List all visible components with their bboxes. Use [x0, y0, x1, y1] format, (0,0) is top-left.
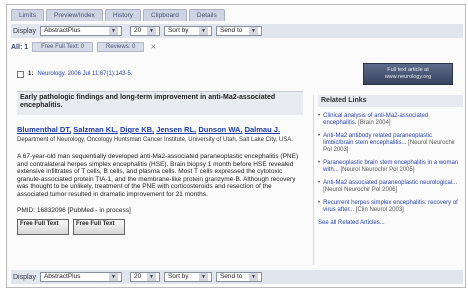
- display-controls-top: Display AbstractPlus ▼ 20 ▼ Sort by ▼ Se…: [11, 24, 463, 38]
- related-link-item[interactable]: • Anti-Ma2 associated paraneoplastic neu…: [318, 180, 463, 194]
- display-controls-bottom: Display AbstractPlus ▼ 20 ▼ Sort by ▼ Se…: [11, 270, 463, 284]
- related-link-item[interactable]: • Clinical analysis of anti-Ma2-associat…: [318, 113, 463, 127]
- author-link[interactable]: Dunson WA,: [198, 125, 242, 134]
- see-all-related-link[interactable]: See all Related Articles...: [318, 220, 463, 226]
- abstract-text: A 67-year-old man sequentially developed…: [17, 153, 299, 198]
- free-full-text-label: Free Full Text: [76, 220, 115, 227]
- affiliation: Department of Neurology, Oncology Huntsm…: [17, 137, 293, 143]
- pmid-line: PMID: 16832096 [PubMed - in process]: [17, 206, 131, 214]
- per-page-select[interactable]: 20 ▼: [129, 26, 160, 36]
- free-full-text-label: Free Full Text: [20, 220, 59, 227]
- display-format-select[interactable]: AbstractPlus ▼: [39, 272, 122, 282]
- chevron-down-icon: ▼: [198, 273, 208, 281]
- citation-link[interactable]: Neurology. 2006 Jul 11;67(1):143-5.: [37, 71, 132, 77]
- chevron-down-icon: ▼: [108, 27, 118, 35]
- per-page-select[interactable]: 20 ▼: [129, 272, 160, 282]
- related-link-item[interactable]: • Recurrent herpes simplex encephalitis:…: [318, 200, 463, 214]
- chevron-down-icon: ▼: [146, 27, 156, 35]
- author-link[interactable]: Jensen RL,: [156, 125, 196, 134]
- chevron-down-icon: ▼: [146, 273, 156, 281]
- author-link[interactable]: Dalmau J.: [245, 125, 280, 134]
- tab-details[interactable]: Details: [188, 9, 225, 21]
- send-to-label: Send to: [219, 273, 243, 280]
- author-list: Blumenthal DT, Salzman KL, Digre KB, Jen…: [17, 125, 303, 134]
- author-link[interactable]: Blumenthal DT,: [17, 125, 71, 134]
- tab-limits[interactable]: Limits: [11, 9, 44, 21]
- bullet-icon: •: [318, 133, 321, 139]
- chevron-down-icon: ▼: [108, 273, 118, 281]
- related-link-source: [Neurol Neurochir Pol 2005]: [340, 167, 415, 173]
- sort-by-label: Sort by: [167, 273, 189, 280]
- tab-history[interactable]: History: [104, 9, 142, 21]
- display-label: Display: [13, 27, 36, 35]
- abstract-panel: Early pathologic findings and long-term …: [17, 91, 303, 251]
- author-link[interactable]: Salzman KL,: [73, 125, 118, 134]
- related-links-heading: Related Links: [318, 95, 463, 107]
- tab-preview-index[interactable]: Preview/Index: [45, 9, 103, 21]
- author-link[interactable]: Digre KB,: [120, 125, 154, 134]
- result-number: 1:: [28, 71, 34, 77]
- related-links-panel: Related Links • Clinical analysis of ant…: [313, 95, 463, 265]
- free-full-text-button[interactable]: Free Full Text: [73, 218, 125, 235]
- per-page-value: 20: [133, 273, 142, 280]
- per-page-value: 20: [133, 27, 142, 34]
- fulltext-links: Free Full Text Free Full Text: [17, 218, 303, 235]
- filter-free-full-text[interactable]: Free Full Text: 0: [32, 42, 94, 52]
- sort-by-select[interactable]: Sort by ▼: [163, 26, 212, 36]
- chevron-down-icon: ▼: [248, 273, 258, 281]
- bullet-icon: •: [318, 200, 321, 206]
- free-full-text-button[interactable]: Free Full Text: [17, 218, 69, 235]
- send-to-label: Send to: [219, 27, 243, 34]
- send-to-select[interactable]: Send to ▼: [215, 272, 262, 282]
- pubmed-window: Limits Preview/Index History Clipboard D…: [6, 4, 466, 288]
- tab-clipboard[interactable]: Clipboard: [143, 9, 187, 21]
- display-format-select[interactable]: AbstractPlus ▼: [39, 26, 122, 36]
- related-link-source: [Brain 2004]: [358, 120, 391, 126]
- related-link-item[interactable]: • Paraneoplastic brain stem encephalitis…: [318, 160, 463, 174]
- send-to-select[interactable]: Send to ▼: [215, 26, 262, 36]
- chevron-down-icon: ▼: [248, 27, 258, 35]
- result-checkbox[interactable]: [17, 70, 24, 78]
- bullet-icon: •: [318, 180, 321, 186]
- result-citation-line: 1: Neurology. 2006 Jul 11;67(1):143-5.: [17, 69, 133, 79]
- sort-by-select[interactable]: Sort by ▼: [163, 272, 212, 282]
- bullet-icon: •: [318, 160, 321, 166]
- display-format-value: AbstractPlus: [43, 27, 81, 34]
- related-link-source: [Neurol Neurochir Pol 2006]: [323, 187, 398, 193]
- sort-by-label: Sort by: [167, 27, 189, 34]
- related-links-list: • Clinical analysis of anti-Ma2-associat…: [318, 113, 463, 214]
- filter-all[interactable]: All: 1: [11, 44, 28, 51]
- filter-reviews[interactable]: Reviews: 0: [97, 42, 145, 52]
- display-format-value: AbstractPlus: [43, 273, 81, 280]
- chevron-down-icon: ▼: [198, 27, 208, 35]
- article-title: Early pathologic findings and long-term …: [17, 91, 303, 115]
- publisher-full-text-button[interactable]: Full text article at www.neurology.org: [363, 63, 453, 85]
- related-link-title: Anti-Ma2 associated paraneoplastic neuro…: [323, 180, 458, 186]
- bullet-icon: •: [318, 113, 321, 119]
- related-link-source: [Clin Neurol 2003]: [355, 207, 404, 213]
- filter-tabs: All: 1 Free Full Text: 0 Reviews: 0 ✕: [11, 41, 156, 53]
- display-label: Display: [13, 273, 36, 281]
- close-icon[interactable]: ✕: [150, 43, 156, 51]
- top-tabs: Limits Preview/Index History Clipboard D…: [11, 9, 225, 22]
- related-link-item[interactable]: • Anti-Ma2 antibody related paraneoplast…: [318, 133, 463, 154]
